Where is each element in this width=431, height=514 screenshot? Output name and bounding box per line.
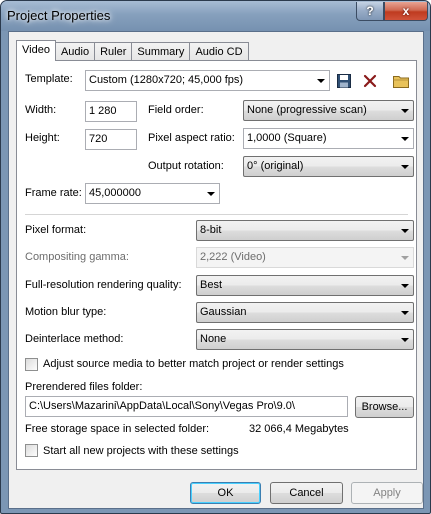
pixel-aspect-ratio-label: Pixel aspect ratio: [148,132,235,144]
deinterlace-label: Deinterlace method: [25,333,124,345]
deinterlace-dropdown[interactable]: None [196,329,414,350]
video-tab-panel: Template: Custom (1280x720; 45,000 fps) [16,60,417,470]
delete-template-button[interactable] [361,72,379,90]
height-input[interactable]: 720 [85,129,137,150]
folder-icon [393,76,409,88]
adjust-source-label[interactable]: Adjust source media to better match proj… [43,358,344,370]
cancel-button[interactable]: Cancel [270,482,343,504]
tab-audio-cd[interactable]: Audio CD [190,42,249,61]
free-space-value: 32 066,4 Megabytes [249,423,349,435]
tab-summary[interactable]: Summary [132,42,191,61]
pixel-aspect-ratio-value: 1,0000 (Square) [247,132,327,144]
template-label: Template: [25,73,73,85]
apply-button: Apply [351,482,423,504]
chevron-down-icon [401,256,409,260]
prerendered-folder-label: Prerendered files folder: [25,381,143,393]
motion-blur-dropdown[interactable]: Gaussian [196,302,414,323]
open-template-folder-button[interactable] [392,72,410,90]
frame-rate-value: 45,000000 [89,187,141,199]
free-space-label: Free storage space in selected folder: [25,423,210,435]
prerendered-folder-input[interactable]: C:\Users\Mazarini\AppData\Local\Sony\Veg… [25,396,348,417]
field-order-dropdown[interactable]: None (progressive scan) [243,100,414,121]
pixel-format-label: Pixel format: [25,224,87,236]
output-rotation-dropdown[interactable]: 0° (original) [243,156,414,177]
motion-blur-label: Motion blur type: [25,306,107,318]
motion-blur-value: Gaussian [200,306,247,318]
chevron-down-icon [401,165,409,169]
frame-rate-dropdown[interactable]: 45,000000 [85,183,220,204]
pixel-aspect-ratio-dropdown[interactable]: 1,0000 (Square) [243,128,414,149]
window-title: Project Properties [7,8,111,23]
save-icon [337,74,351,88]
adjust-source-checkbox[interactable] [25,358,38,371]
close-icon: x [402,4,410,18]
pixel-format-value: 8-bit [200,224,222,236]
tab-video[interactable]: Video [16,40,56,61]
template-value: Custom (1280x720; 45,000 fps) [89,74,244,86]
compositing-gamma-dropdown: 2,222 (Video) [196,247,414,268]
help-icon: ? [366,4,374,18]
chevron-down-icon [401,137,409,141]
height-label: Height: [25,132,60,144]
field-order-label: Field order: [148,104,204,116]
width-input[interactable]: 1 280 [85,101,137,122]
start-new-projects-label[interactable]: Start all new projects with these settin… [43,445,239,457]
tab-audio[interactable]: Audio [55,42,96,61]
output-rotation-value: 0° (original) [247,160,304,172]
dialog-client: Video Audio Ruler Summary Audio CD Templ… [8,31,424,509]
rendering-quality-dropdown[interactable]: Best [196,275,414,296]
frame-rate-label: Frame rate: [25,187,82,199]
chevron-down-icon [317,79,325,83]
browse-button[interactable]: Browse... [355,396,414,418]
save-template-button[interactable] [335,72,353,90]
start-new-projects-checkbox[interactable] [25,444,38,457]
tab-ruler[interactable]: Ruler [95,42,133,61]
width-label: Width: [25,104,57,116]
tab-strip: Video Audio Ruler Summary Audio CD [16,40,249,61]
help-button[interactable]: ? [356,2,384,21]
compositing-gamma-value: 2,222 (Video) [200,251,266,263]
section-divider [25,214,408,215]
ok-button[interactable]: OK [190,482,261,504]
compositing-gamma-label: Compositing gamma: [25,251,129,263]
title-bar[interactable]: Project Properties ? x [1,1,430,31]
delete-icon [363,74,377,88]
deinterlace-value: None [200,333,227,345]
chevron-down-icon [401,311,409,315]
chevron-down-icon [401,284,409,288]
pixel-format-dropdown[interactable]: 8-bit [196,220,414,241]
close-button[interactable]: x [384,2,428,21]
template-dropdown[interactable]: Custom (1280x720; 45,000 fps) [85,70,330,91]
output-rotation-label: Output rotation: [148,160,224,172]
field-order-value: None (progressive scan) [247,104,367,116]
rendering-quality-label: Full-resolution rendering quality: [25,279,182,291]
rendering-quality-value: Best [200,279,223,291]
project-properties-window: Project Properties ? x Video Audio Ruler… [0,0,431,514]
chevron-down-icon [401,109,409,113]
chevron-down-icon [207,192,215,196]
chevron-down-icon [401,338,409,342]
chevron-down-icon [401,229,409,233]
